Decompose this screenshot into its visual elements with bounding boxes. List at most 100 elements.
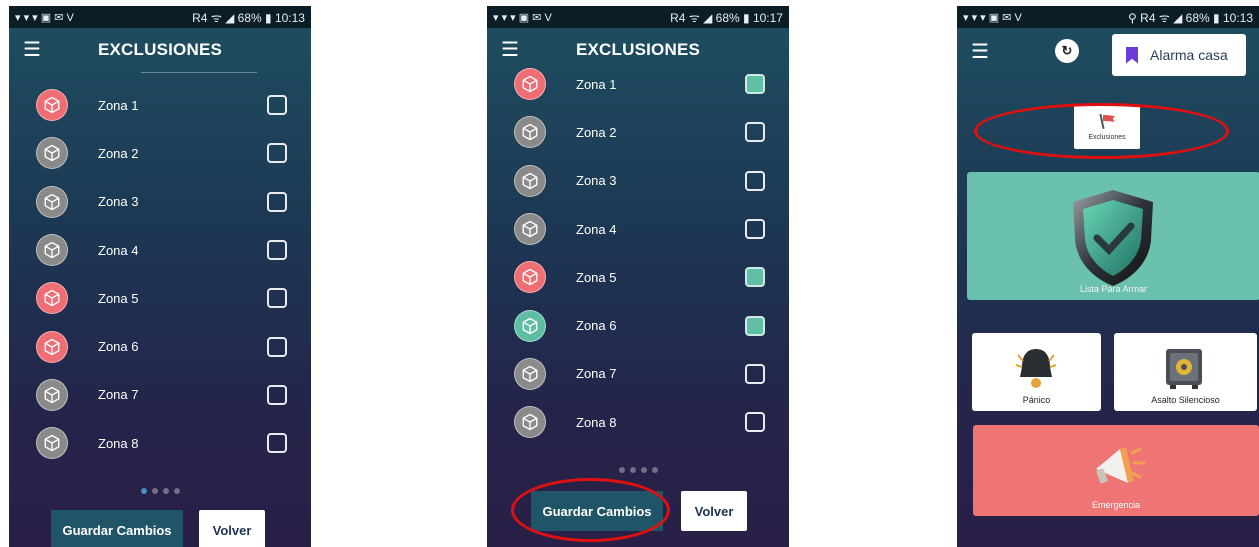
page-dot[interactable]: [151, 488, 158, 494]
exclusions-button[interactable]: Exclusiones: [1074, 105, 1140, 149]
emergency-label: Emergencia: [1091, 500, 1141, 510]
zone-checkbox[interactable]: [745, 122, 765, 143]
zone-label: Zona 6: [98, 339, 139, 355]
zone-checkbox[interactable]: [745, 412, 765, 433]
save-changes-button[interactable]: Guardar Cambios: [531, 491, 663, 531]
hamburger-menu-icon[interactable]: ☰: [501, 40, 527, 60]
panic-tile[interactable]: Pánico: [972, 333, 1101, 411]
bell-icon: [1015, 349, 1057, 388]
hamburger-menu-icon[interactable]: ☰: [23, 40, 49, 60]
header-divider: [141, 72, 257, 73]
zone-label: Zona 8: [98, 435, 139, 451]
emergency-tile[interactable]: Emergencia: [973, 425, 1259, 516]
save-changes-button[interactable]: Guardar Cambios: [51, 510, 183, 547]
back-button[interactable]: Volver: [199, 510, 265, 547]
zone-row: Zona 6: [487, 301, 789, 349]
zone-row: Zona 5: [487, 253, 789, 301]
page-dot[interactable]: [140, 488, 147, 494]
zone-label: Zona 4: [98, 242, 139, 258]
phone-screen-exclusions-unchecked: ▾ ▾ ▾ ▣ ✉ V R4 ᯤ ◢ 68% ▮ 10:13 ☰ EXCLUSI…: [9, 6, 311, 547]
zone-label: Zona 1: [98, 97, 139, 113]
status-indicators: R4 ᯤ ◢ 68% ▮ 10:17: [670, 10, 783, 25]
zone-checkbox[interactable]: [745, 315, 765, 336]
status-indicators: R4 ᯤ ◢ 68% ▮ 10:13: [192, 10, 305, 25]
cube-icon: [36, 89, 68, 122]
zone-row: Zona 2: [9, 129, 311, 177]
zone-checkbox[interactable]: [267, 288, 287, 309]
zone-checkbox[interactable]: [745, 363, 765, 384]
status-bar: ▾ ▾ ▾ ▣ ✉ V ⚲ R4 ᯤ ◢ 68% ▮ 10:13: [957, 6, 1259, 28]
zone-label: Zona 5: [98, 290, 139, 306]
zone-label: Zona 7: [98, 387, 139, 403]
zone-checkbox[interactable]: [267, 384, 287, 405]
page-title: EXCLUSIONES: [575, 40, 701, 59]
status-notifications: ▾ ▾ ▾ ▣ ✉ V: [493, 11, 552, 24]
cube-icon: [36, 330, 68, 363]
page-dot[interactable]: [162, 488, 169, 494]
arm-status-tile[interactable]: Lista Para Armar: [967, 172, 1259, 300]
zone-label: Zona 2: [98, 145, 139, 161]
zone-row: Zona 8: [9, 419, 311, 467]
status-notifications: ▾ ▾ ▾ ▣ ✉ V: [963, 11, 1022, 24]
page-dot[interactable]: [629, 467, 636, 473]
panic-label: Pánico: [1022, 395, 1051, 405]
back-button[interactable]: Volver: [681, 491, 747, 531]
zone-checkbox[interactable]: [745, 267, 765, 288]
zone-checkbox[interactable]: [267, 240, 287, 261]
zone-label: Zona 7: [576, 366, 617, 382]
zone-label: Zona 8: [576, 414, 617, 430]
page-dot[interactable]: [640, 467, 647, 473]
zone-row: Zona 5: [9, 274, 311, 322]
zone-checkbox[interactable]: [267, 336, 287, 357]
cube-icon: [514, 406, 546, 439]
refresh-button[interactable]: ↻: [1055, 39, 1079, 63]
status-bar: ▾ ▾ ▾ ▣ ✉ V R4 ᯤ ◢ 68% ▮ 10:17: [487, 6, 789, 28]
zone-label: Zona 3: [576, 173, 617, 189]
zone-checkbox[interactable]: [267, 95, 287, 116]
zone-checkbox[interactable]: [267, 143, 287, 164]
hamburger-menu-icon[interactable]: ☰: [971, 42, 997, 62]
zone-row: Zona 7: [487, 350, 789, 398]
zone-row: Zona 8: [487, 398, 789, 446]
zone-checkbox[interactable]: [745, 170, 765, 191]
zone-row: Zona 4: [487, 205, 789, 253]
zone-row: Zona 3: [487, 157, 789, 205]
phone-screen-exclusions-checked: ▾ ▾ ▾ ▣ ✉ V R4 ᯤ ◢ 68% ▮ 10:17 ☰ EXCLUSI…: [487, 6, 789, 547]
refresh-icon: ↻: [1061, 43, 1073, 58]
status-bar: ▾ ▾ ▾ ▣ ✉ V R4 ᯤ ◢ 68% ▮ 10:13: [9, 6, 311, 28]
zone-checkbox[interactable]: [745, 219, 765, 240]
silent-assault-label: Asalto Silencioso: [1151, 395, 1220, 405]
cube-icon: [514, 116, 546, 149]
app-header: ☰ EXCLUSIONES: [487, 28, 789, 72]
cube-icon: [514, 309, 546, 342]
cube-icon: [514, 164, 546, 197]
cube-icon: [36, 137, 68, 170]
page-dot[interactable]: [173, 488, 180, 494]
status-notifications: ▾ ▾ ▾ ▣ ✉ V: [15, 11, 74, 24]
zone-label: Zona 6: [576, 318, 617, 334]
cube-icon: [514, 261, 546, 294]
zone-checkbox[interactable]: [267, 191, 287, 212]
megaphone-icon: [1096, 447, 1146, 484]
alarm-selector[interactable]: Alarma casa: [1112, 34, 1246, 76]
zone-checkbox[interactable]: [267, 433, 287, 454]
cube-icon: [514, 357, 546, 390]
cube-icon: [514, 68, 546, 101]
app-header: ☰ EXCLUSIONES: [9, 28, 311, 72]
zone-row: Zona 7: [9, 371, 311, 419]
status-indicators: ⚲ R4 ᯤ ◢ 68% ▮ 10:13: [1128, 10, 1253, 25]
zone-label: Zona 4: [576, 221, 617, 237]
zone-checkbox[interactable]: [745, 74, 765, 95]
page-title: EXCLUSIONES: [97, 40, 223, 59]
cube-icon: [36, 234, 68, 267]
page-dot[interactable]: [618, 467, 625, 473]
app-header: ☰ ↻ Alarma casa: [957, 28, 1259, 76]
page-dot[interactable]: [651, 467, 658, 473]
zone-list: Zona 1 Zona 2 Zona 3 Zona 4 Zona 5 Zona 6 Zona…: [487, 60, 789, 446]
zone-label: Zona 1: [576, 76, 617, 92]
cube-icon: [36, 427, 68, 460]
exclusions-label: Exclusiones: [1088, 133, 1126, 141]
silent-assault-tile[interactable]: Asalto Silencioso: [1114, 333, 1257, 411]
zone-list: Zona 1 Zona 2 Zona 3 Zona 4 Zona 5 Zona 6 Zona…: [9, 81, 311, 467]
zone-label: Zona 3: [98, 194, 139, 210]
